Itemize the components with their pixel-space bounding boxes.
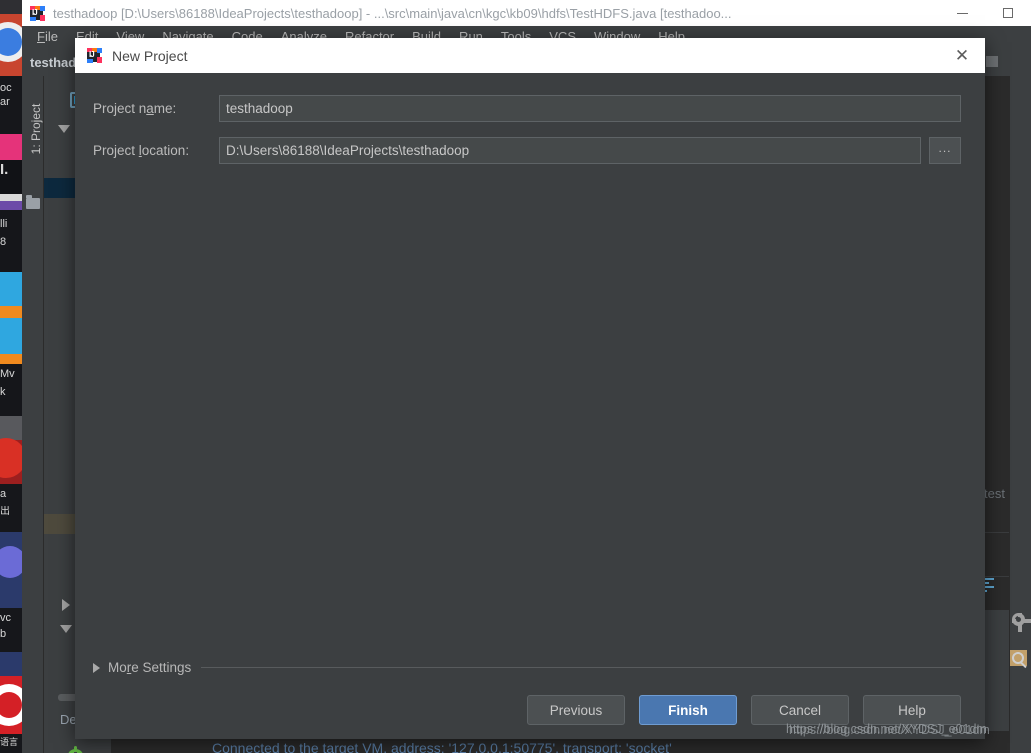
window-titlebar: IJ testhadoop [D:\Users\86188\IdeaProjec… bbox=[22, 0, 1031, 26]
dialog-logo-text: IJ bbox=[89, 50, 95, 59]
chevron-right-icon[interactable] bbox=[93, 662, 100, 673]
more-settings-divider bbox=[201, 667, 961, 668]
folder-icon[interactable] bbox=[26, 195, 40, 209]
project-name-input[interactable] bbox=[219, 95, 961, 122]
left-tool-strip: 1: Project bbox=[22, 76, 44, 753]
project-location-label: Project location: bbox=[93, 143, 190, 158]
background-app-strip: oc ar I. lli 8 Mv k a 出 vc b 语言 bbox=[0, 0, 22, 753]
menu-item-file[interactable]: File bbox=[28, 26, 67, 48]
toolbar-placeholder-icon bbox=[986, 56, 998, 67]
screen-root: oc ar I. lli 8 Mv k a 出 vc b 语言 IJ testh… bbox=[0, 0, 1031, 753]
dialog-title: New Project bbox=[112, 47, 188, 64]
new-project-dialog: IJ New Project ✕ Project name: Project l… bbox=[75, 38, 985, 739]
debug-frame-expand-icon-2[interactable] bbox=[60, 625, 72, 633]
intellij-logo-icon: IJ bbox=[30, 5, 45, 21]
watermark: https://blog.csdn.net/XYDSJ_e01dm https:… bbox=[786, 722, 990, 737]
tool-window-button-project[interactable]: 1: Project bbox=[29, 91, 43, 167]
more-settings-section[interactable]: More Settings bbox=[93, 660, 961, 675]
bug-icon[interactable] bbox=[68, 746, 83, 753]
window-title: testhadoop [D:\Users\86188\IdeaProjects\… bbox=[53, 5, 732, 21]
tree-expand-down-icon-1[interactable] bbox=[58, 125, 70, 133]
maximize-button[interactable] bbox=[985, 0, 1031, 26]
cancel-button[interactable]: Cancel bbox=[751, 695, 849, 725]
project-location-row: Project location: ... bbox=[93, 137, 961, 164]
close-icon[interactable]: ✕ bbox=[939, 38, 985, 73]
dialog-button-row: Previous Finish Cancel Help bbox=[93, 695, 961, 725]
previous-button[interactable]: Previous bbox=[527, 695, 625, 725]
help-button[interactable]: Help bbox=[863, 695, 961, 725]
right-tool-strip bbox=[1009, 76, 1031, 753]
search-icon[interactable] bbox=[1012, 652, 1024, 664]
debug-frame-expand-icon-1[interactable] bbox=[62, 599, 70, 611]
minimize-button[interactable] bbox=[939, 0, 985, 26]
finish-button[interactable]: Finish bbox=[639, 695, 737, 725]
console-output-line: Connected to the target VM, address: '12… bbox=[212, 740, 672, 753]
dialog-intellij-logo-icon: IJ bbox=[87, 48, 102, 63]
browse-location-button[interactable]: ... bbox=[929, 137, 961, 164]
watermark-text-duplicate: https://blog.csdn.net/XYDSJ_e01dm bbox=[789, 723, 990, 737]
dialog-titlebar: IJ New Project ✕ bbox=[75, 38, 985, 73]
project-location-input[interactable] bbox=[219, 137, 921, 164]
dialog-body: Project name: Project location: ... bbox=[75, 73, 985, 660]
window-controls bbox=[939, 0, 1031, 26]
gear-icon[interactable] bbox=[1012, 613, 1031, 632]
more-settings-label[interactable]: More Settings bbox=[108, 660, 191, 675]
project-name-row: Project name: bbox=[93, 95, 961, 122]
logo-text: IJ bbox=[32, 7, 38, 17]
project-name-label: Project name: bbox=[93, 101, 177, 116]
